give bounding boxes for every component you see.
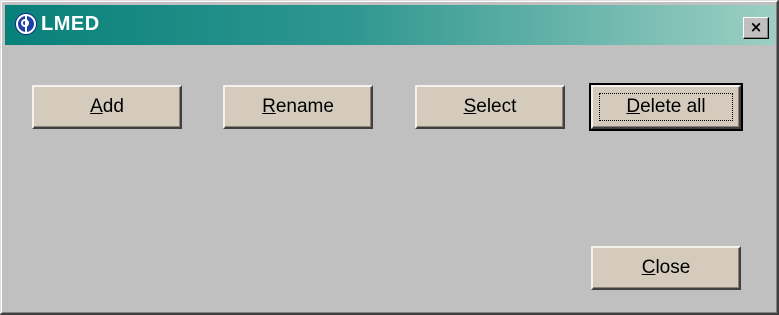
close-window-button[interactable]: ×: [743, 17, 769, 39]
delete-all-label-rest: elete all: [640, 96, 706, 117]
delete-all-button[interactable]: Delete all: [589, 83, 743, 131]
close-icon: ×: [749, 18, 763, 36]
close-label-rest: lose: [655, 257, 691, 278]
lmed-dialog-window: LMED × Add Rename Select Delete all Clos…: [0, 0, 779, 315]
rename-button[interactable]: Rename: [223, 85, 373, 129]
close-button[interactable]: Close: [591, 246, 741, 290]
delete-all-button-label: Delete all: [626, 96, 705, 117]
select-button[interactable]: Select: [415, 85, 565, 129]
add-label-rest: dd: [102, 96, 124, 117]
add-button[interactable]: Add: [32, 85, 182, 129]
close-mnemonic: C: [641, 257, 656, 278]
app-icon-bar: [25, 15, 27, 33]
window-title: LMED: [41, 13, 100, 35]
close-button-label: Close: [642, 257, 691, 278]
select-mnemonic: S: [463, 96, 477, 117]
add-button-label: Add: [90, 96, 124, 117]
rename-button-label: Rename: [262, 96, 334, 117]
add-mnemonic: A: [90, 96, 103, 117]
select-label-rest: elect: [476, 96, 517, 117]
rename-label-rest: ename: [275, 96, 334, 117]
rename-mnemonic: R: [262, 96, 276, 117]
select-button-label: Select: [464, 96, 517, 117]
delete-all-mnemonic: D: [626, 96, 641, 117]
title-bar[interactable]: LMED ×: [5, 5, 775, 45]
app-icon[interactable]: [15, 13, 37, 35]
